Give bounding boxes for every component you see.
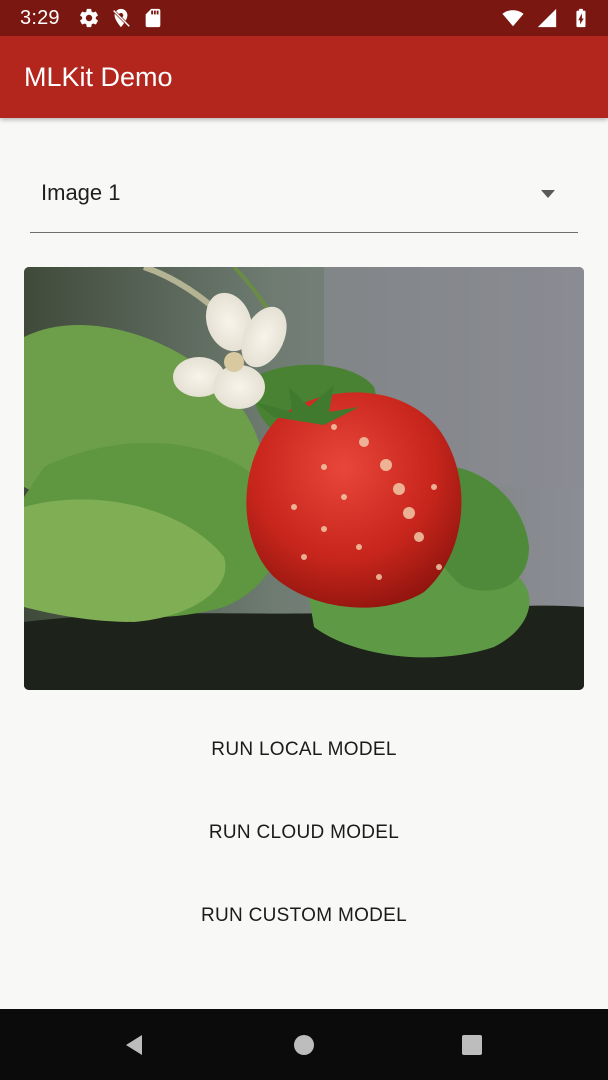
run-local-model-button[interactable]: RUN LOCAL MODEL xyxy=(104,722,504,778)
location-off-icon xyxy=(112,8,131,28)
status-right-icons xyxy=(502,7,592,29)
run-custom-model-button[interactable]: RUN CUSTOM MODEL xyxy=(104,888,504,944)
nav-home-button[interactable] xyxy=(286,1027,322,1063)
app-bar: MLKit Demo xyxy=(0,36,608,118)
nav-back-button[interactable] xyxy=(116,1027,152,1063)
strawberry-photo xyxy=(24,267,584,690)
navigation-bar xyxy=(0,1009,608,1080)
signal-icon xyxy=(537,8,557,28)
settings-icon xyxy=(80,8,98,28)
image-selector-dropdown[interactable]: Image 1 xyxy=(30,160,578,233)
status-bar: 3:29 xyxy=(0,0,608,36)
battery-icon xyxy=(576,8,586,28)
status-time: 3:29 xyxy=(20,7,60,29)
sd-card-icon xyxy=(145,8,161,28)
app-title: MLKit Demo xyxy=(24,62,173,92)
recents-icon xyxy=(462,1035,482,1055)
dropdown-selected-value: Image 1 xyxy=(41,180,121,205)
status-left-icons xyxy=(78,7,164,29)
back-icon xyxy=(126,1035,142,1055)
dropdown-arrow-icon xyxy=(541,190,555,198)
nav-recents-button[interactable] xyxy=(454,1027,490,1063)
strawberry-image xyxy=(24,267,584,690)
wifi-icon xyxy=(502,10,524,27)
run-cloud-model-button[interactable]: RUN CLOUD MODEL xyxy=(104,805,504,861)
home-icon xyxy=(294,1035,314,1055)
